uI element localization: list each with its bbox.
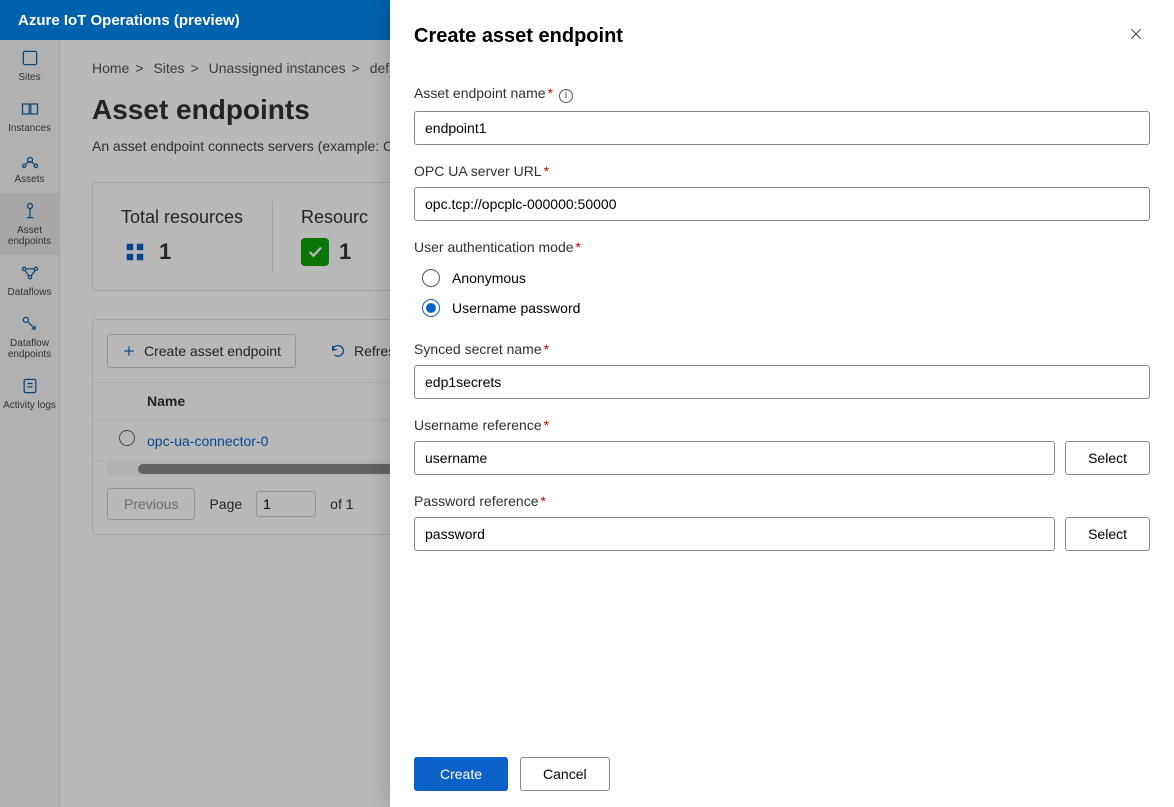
create-endpoint-panel: Create asset endpoint Asset endpoint nam… (390, 0, 1174, 807)
password-ref-label: Password reference* (414, 493, 1150, 509)
username-ref-label: Username reference* (414, 417, 1150, 433)
cancel-button[interactable]: Cancel (520, 757, 610, 791)
username-ref-input[interactable] (414, 441, 1055, 475)
auth-anonymous-radio[interactable]: Anonymous (414, 263, 1150, 293)
username-select-button[interactable]: Select (1065, 441, 1150, 475)
secret-name-input[interactable] (414, 365, 1150, 399)
brand-title: Azure IoT Operations (preview) (18, 12, 240, 29)
info-icon[interactable]: i (559, 89, 573, 103)
endpoint-name-input[interactable] (414, 111, 1150, 145)
server-url-label: OPC UA server URL* (414, 163, 1150, 179)
server-url-input[interactable] (414, 187, 1150, 221)
panel-title: Create asset endpoint (414, 25, 623, 48)
password-ref-input[interactable] (414, 517, 1055, 551)
close-icon[interactable] (1122, 20, 1150, 53)
auth-mode-label: User authentication mode* (414, 239, 1150, 255)
password-select-button[interactable]: Select (1065, 517, 1150, 551)
radio-label: Username password (452, 300, 580, 316)
secret-name-label: Synced secret name* (414, 341, 1150, 357)
auth-username-password-radio[interactable]: Username password (414, 293, 1150, 323)
radio-label: Anonymous (452, 270, 526, 286)
create-button[interactable]: Create (414, 757, 508, 791)
endpoint-name-label: Asset endpoint name*i (414, 85, 1150, 103)
